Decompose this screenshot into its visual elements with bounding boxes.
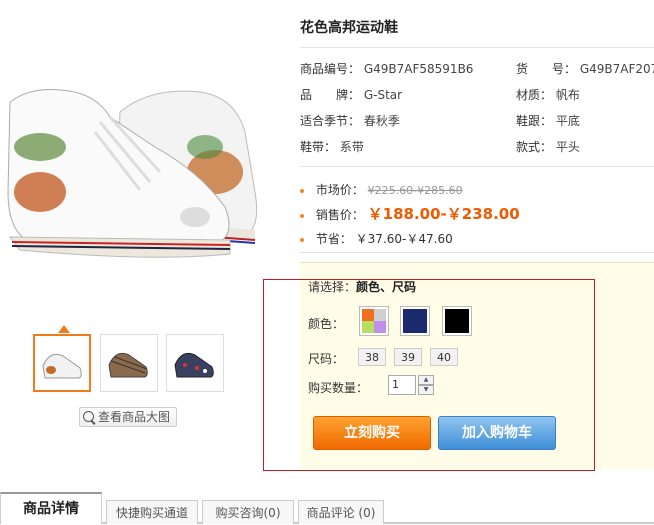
divider [300,47,654,48]
product-title: 花色高邦运动鞋 [300,20,398,36]
tab-inquiries[interactable]: 购买咨询(0) [202,500,294,524]
tab-reviews[interactable]: 商品评论 (0) [298,500,384,524]
sale-price-row: 销售价： ￥188.00-￥238.00 [300,204,520,224]
thumb-indicator-arrow [58,325,70,333]
savings-row: 节省： ￥37.60-￥47.60 [300,229,453,249]
tab-quick-buy[interactable]: 快捷购买通道 [106,500,198,524]
add-to-cart-button[interactable]: 加入购物车 [438,416,556,450]
view-large-image-button[interactable]: 查看商品大图 [79,407,177,427]
attr-style: 款式： 平头 [516,140,580,154]
attr-brand: 品 牌： G-Star [300,88,403,102]
quantity-decrement[interactable]: ▼ [418,385,434,395]
divider [300,252,654,253]
size-label: 尺码： [308,352,345,366]
size-option-40[interactable]: 40 [430,348,458,366]
bullet-icon [300,213,304,218]
thumbnail-3[interactable] [166,334,224,392]
quantity-label: 购买数量： [308,381,369,395]
attr-sku: 货 号： G49B7AF2072 [516,62,654,76]
color-swatch-navy[interactable] [400,306,430,336]
attr-season: 适合季节： 春秋季 [300,114,400,128]
color-swatch-black[interactable] [442,306,472,336]
color-swatch-multicolor[interactable] [359,306,389,336]
tab-product-details[interactable]: 商品详情 [0,492,102,524]
attr-material: 材质： 帆布 [516,88,580,102]
magnifier-icon [83,411,94,422]
thumbnail-2[interactable] [100,334,158,392]
product-main-image [7,89,258,258]
buy-now-button[interactable]: 立刻购买 [313,416,431,450]
divider [300,166,654,167]
bullet-icon [300,188,304,193]
attr-laces: 鞋带： 系带 [300,140,364,154]
quantity-input[interactable]: 1 [388,375,416,395]
size-option-38[interactable]: 38 [358,348,386,366]
market-price-row: 市场价： ¥225.60-¥285.60 [300,180,463,200]
market-price: ¥225.60-¥285.60 [367,184,463,197]
thumbnail-1[interactable] [33,334,91,392]
select-prompt: 请选择：颜色、尺码 [308,280,417,294]
view-large-image-label: 查看商品大图 [98,410,171,424]
color-label: 颜色： [308,317,345,331]
size-option-39[interactable]: 39 [394,348,422,366]
savings-value: ￥37.60-￥47.60 [355,232,453,246]
quantity-increment[interactable]: ▲ [418,375,434,385]
attr-item-no: 商品编号： G49B7AF58591B6 [300,62,474,76]
attr-heel: 鞋跟： 平底 [516,114,580,128]
sale-price: ￥188.00-￥238.00 [367,205,520,223]
bullet-icon [300,237,304,242]
